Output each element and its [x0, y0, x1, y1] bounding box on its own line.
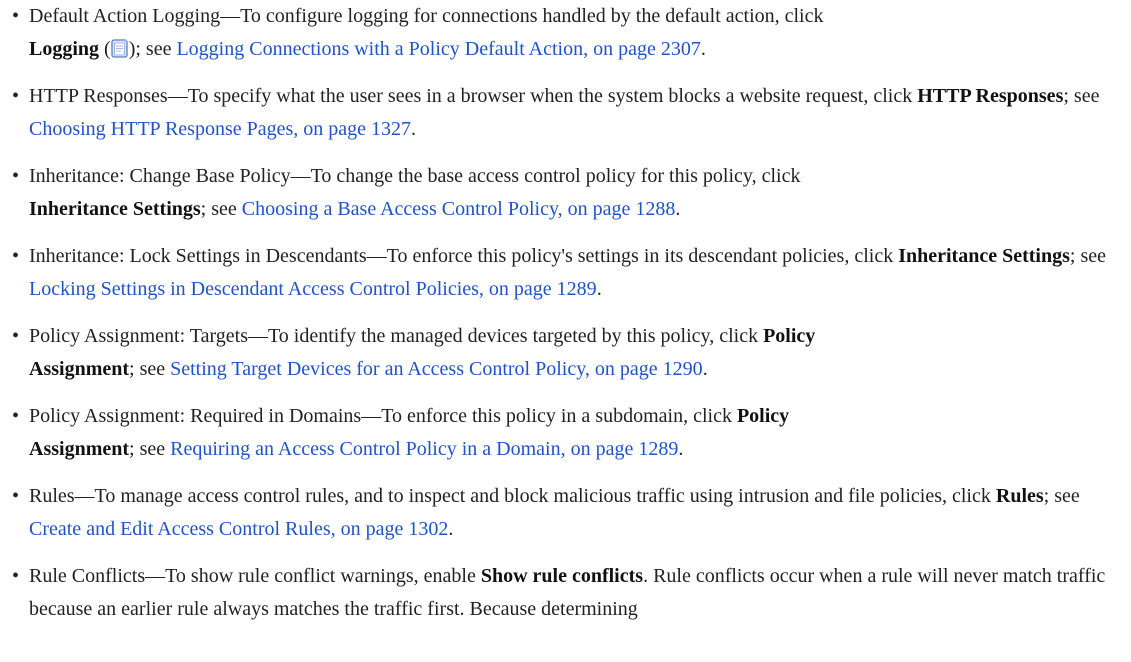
item-lead: Policy Assignment: Targets—To identify t…	[29, 325, 764, 347]
cross-reference-link[interactable]: Logging Connections with a Policy Defaul…	[176, 38, 700, 60]
item-lead: HTTP Responses—To specify what the user …	[29, 85, 918, 107]
ui-label-bold: Policy	[763, 325, 816, 347]
period: .	[411, 118, 417, 140]
item-text: Inheritance: Change Base Policy—To chang…	[29, 160, 1131, 226]
ui-label-bold: Assignment	[29, 438, 130, 460]
sep: ; see	[1063, 85, 1100, 107]
cross-reference-link[interactable]: Requiring an Access Control Policy in a …	[170, 438, 678, 460]
list-item: • Default Action Logging—To configure lo…	[12, 0, 1131, 66]
item-lead: Rule Conflicts—To show rule conflict war…	[29, 565, 481, 587]
item-text: Default Action Logging—To configure logg…	[29, 0, 1131, 66]
ui-label-bold: Rules	[995, 485, 1044, 507]
period: .	[702, 358, 708, 380]
item-lead: Default Action Logging—To configure logg…	[29, 5, 824, 27]
cross-reference-link[interactable]: Locking Settings in Descendant Access Co…	[29, 278, 597, 300]
sep: ; see	[129, 438, 171, 460]
period: .	[675, 198, 681, 220]
period: .	[700, 38, 706, 60]
cross-reference-link[interactable]: Create and Edit Access Control Rules, on…	[29, 518, 448, 540]
item-text: Inheritance: Lock Settings in Descendant…	[29, 240, 1131, 306]
ui-label-bold: Logging	[29, 38, 100, 60]
cross-reference-link[interactable]: Setting Target Devices for an Access Con…	[170, 358, 703, 380]
ui-label-bold: HTTP Responses	[917, 85, 1064, 107]
sep: ; see	[200, 198, 242, 220]
list-item: • Policy Assignment: Targets—To identify…	[12, 320, 1131, 386]
period: .	[596, 278, 602, 300]
cross-reference-link[interactable]: Choosing HTTP Response Pages, on page 13…	[29, 118, 411, 140]
item-text: Rule Conflicts—To show rule conflict war…	[29, 560, 1131, 626]
period: .	[448, 518, 454, 540]
item-lead: Rules—To manage access control rules, an…	[29, 485, 996, 507]
item-text: Rules—To manage access control rules, an…	[29, 480, 1131, 546]
item-lead: Policy Assignment: Required in Domains—T…	[29, 405, 737, 427]
list-item: • Inheritance: Change Base Policy—To cha…	[12, 160, 1131, 226]
sep: ; see	[129, 358, 171, 380]
ui-label-bold: Policy	[736, 405, 790, 427]
list-item: • Policy Assignment: Required in Domains…	[12, 400, 1131, 466]
ui-label-bold: Inheritance Settings	[29, 198, 201, 220]
cross-reference-link[interactable]: Choosing a Base Access Control Policy, o…	[242, 198, 676, 220]
paren: (	[99, 38, 111, 60]
list-item: • Rules—To manage access control rules, …	[12, 480, 1131, 546]
bullet: •	[12, 245, 20, 267]
bullet: •	[12, 325, 20, 347]
logging-document-icon[interactable]	[111, 39, 129, 58]
list-item: • Inheritance: Lock Settings in Descenda…	[12, 240, 1131, 306]
ui-label-bold: Inheritance Settings	[898, 245, 1070, 267]
bullet: •	[12, 5, 20, 27]
bullet: •	[12, 85, 20, 107]
list-item: • Rule Conflicts—To show rule conflict w…	[12, 560, 1131, 626]
period: .	[678, 438, 684, 460]
sep: ; see	[1069, 245, 1106, 267]
item-lead: Inheritance: Change Base Policy—To chang…	[29, 165, 801, 187]
ui-label-bold: Assignment	[29, 358, 130, 380]
item-text: HTTP Responses—To specify what the user …	[29, 80, 1131, 146]
bullet: •	[12, 565, 20, 587]
bullet: •	[12, 405, 20, 427]
list-item: • HTTP Responses—To specify what the use…	[12, 80, 1131, 146]
item-text: Policy Assignment: Targets—To identify t…	[29, 320, 1131, 386]
item-lead: Inheritance: Lock Settings in Descendant…	[29, 245, 899, 267]
bullet: •	[12, 485, 20, 507]
item-text: Policy Assignment: Required in Domains—T…	[29, 400, 1131, 466]
ui-label-bold: Show rule conflicts	[480, 565, 644, 587]
bullet: •	[12, 165, 20, 187]
document-page: • Default Action Logging—To configure lo…	[0, 0, 1131, 662]
sep: ; see	[1043, 485, 1080, 507]
sep: ); see	[128, 38, 177, 60]
